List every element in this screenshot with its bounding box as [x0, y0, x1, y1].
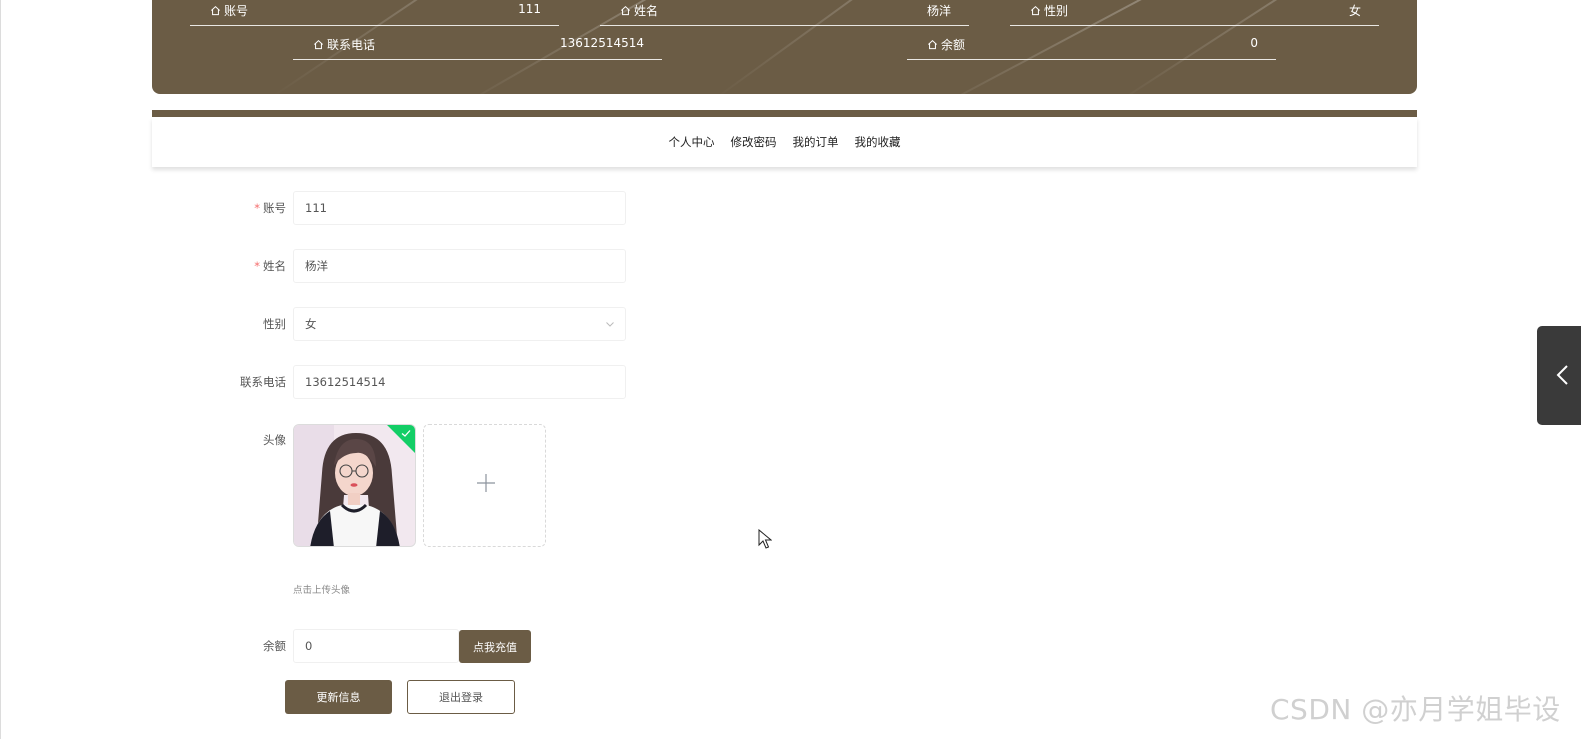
gender-field-label: 性别 — [196, 316, 286, 332]
gender-label-text: 性别 — [263, 317, 286, 331]
chevron-down-icon — [606, 322, 614, 327]
banner-phone-value: 13612514514 — [560, 36, 644, 50]
divider-bar — [152, 110, 1417, 117]
plus-icon — [477, 474, 495, 492]
banner-gender-label: 性别 — [1044, 4, 1069, 18]
balance-input[interactable]: 0 — [293, 629, 459, 663]
balance-label-text: 余额 — [263, 639, 286, 653]
page-left-border — [0, 0, 1, 739]
banner-balance: 余额 0 — [907, 34, 1276, 60]
profile-banner: 账号 111 姓名 杨洋 性别 女 联系电话 13612514514 余额 0 — [152, 0, 1417, 94]
banner-name-label: 姓名 — [634, 4, 659, 18]
nav-personal-center[interactable]: 个人中心 — [669, 134, 715, 150]
balance-field-label: 余额 — [196, 638, 286, 654]
banner-balance-value: 0 — [1250, 36, 1258, 50]
banner-balance-label: 余额 — [941, 38, 966, 52]
home-icon — [1031, 5, 1040, 16]
gender-select-value: 女 — [305, 317, 317, 331]
banner-name: 姓名 杨洋 — [600, 0, 969, 26]
home-icon — [314, 39, 323, 50]
avatar-portrait — [294, 425, 415, 546]
nav-my-favorites[interactable]: 我的收藏 — [855, 134, 901, 150]
banner-gender: 性别 女 — [1010, 0, 1379, 26]
home-icon — [211, 5, 220, 16]
update-info-button[interactable]: 更新信息 — [285, 680, 392, 714]
banner-name-value: 杨洋 — [926, 4, 951, 18]
balance-input-value: 0 — [305, 639, 313, 653]
gender-select[interactable]: 女 — [293, 307, 626, 341]
account-input-value: 111 — [305, 201, 327, 215]
side-drawer-toggle[interactable] — [1537, 326, 1581, 425]
phone-field-label: 联系电话 — [196, 374, 286, 390]
profile-nav: 个人中心 修改密码 我的订单 我的收藏 — [152, 117, 1417, 167]
nav-my-orders[interactable]: 我的订单 — [793, 134, 839, 150]
nav-change-password[interactable]: 修改密码 — [731, 134, 777, 150]
banner-phone: 联系电话 13612514514 — [293, 34, 662, 60]
banner-gender-value: 女 — [1348, 4, 1361, 18]
required-mark: * — [254, 201, 260, 215]
avatar-upload-tip: 点击上传头像 — [293, 585, 351, 596]
avatar-upload-button[interactable] — [423, 424, 546, 547]
avatar-field-label: 头像 — [196, 432, 286, 448]
banner-account-value: 111 — [518, 2, 541, 16]
home-icon — [621, 5, 630, 16]
name-input-value: 杨洋 — [305, 259, 328, 273]
chevron-left-icon — [1556, 365, 1568, 385]
home-icon — [928, 39, 937, 50]
name-label-text: 姓名 — [263, 259, 286, 273]
recharge-button[interactable]: 点我充值 — [459, 630, 531, 663]
phone-label-text: 联系电话 — [240, 375, 286, 389]
name-field-label: * 姓名 — [196, 258, 286, 274]
required-mark: * — [254, 259, 260, 273]
watermark-text: CSDN @亦月学姐毕设 — [1270, 693, 1561, 726]
logout-button[interactable]: 退出登录 — [407, 680, 515, 714]
cursor-icon — [758, 529, 772, 549]
banner-phone-label: 联系电话 — [327, 38, 376, 52]
banner-account: 账号 111 — [190, 0, 559, 26]
account-field-label: * 账号 — [196, 200, 286, 216]
account-label-text: 账号 — [263, 201, 286, 215]
account-input[interactable]: 111 — [293, 191, 626, 225]
avatar-label-text: 头像 — [263, 433, 286, 447]
banner-account-label: 账号 — [224, 4, 249, 18]
name-input[interactable]: 杨洋 — [293, 249, 626, 283]
phone-input-value: 13612514514 — [305, 375, 386, 389]
check-icon — [401, 430, 411, 437]
avatar-thumbnail[interactable] — [293, 424, 416, 547]
phone-input[interactable]: 13612514514 — [293, 365, 626, 399]
